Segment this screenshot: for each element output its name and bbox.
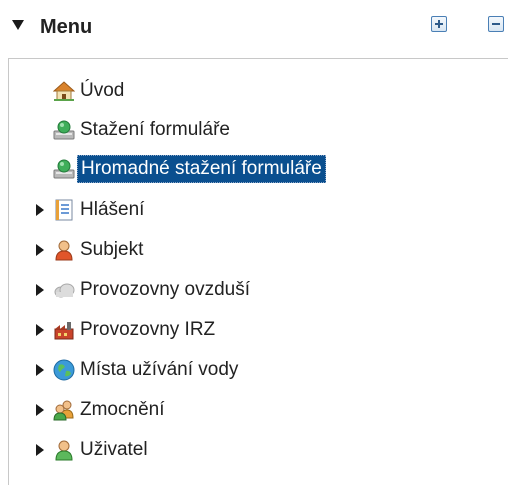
tree-item-subjekt[interactable]: Subjekt (36, 235, 146, 265)
tree-item-label: Hlášení (80, 199, 145, 220)
collapse-menu-toggle-icon[interactable] (12, 20, 24, 30)
tree-item-hlaseni[interactable]: Hlášení (36, 195, 147, 225)
tree-item-label: Stažení formuláře (80, 119, 230, 140)
download-form-icon (53, 158, 75, 180)
download-form-icon (53, 119, 75, 141)
expand-arrow-icon[interactable] (36, 324, 44, 336)
tree-item-provozovny-ovzdusi[interactable]: Provozovny ovzduší (36, 275, 253, 305)
tree-item-mista-uzivani-vody[interactable]: Místa užívání vody (36, 355, 241, 385)
menu-title: Menu (40, 16, 93, 38)
tree-item-uzivatel[interactable]: Uživatel (36, 435, 151, 465)
tree-item-provozovny-irz[interactable]: Provozovny IRZ (36, 315, 218, 345)
tree-item-label: Uživatel (80, 439, 148, 460)
factory-icon (53, 319, 75, 341)
tree-item-stazeni-formulare[interactable]: Stažení formuláře (53, 115, 233, 145)
tree-item-label: Provozovny IRZ (80, 319, 216, 340)
tree-item-uvod[interactable]: Úvod (53, 76, 127, 106)
tree-item-zmocneni[interactable]: Zmocnění (36, 395, 167, 425)
tree-item-hromadne-stazeni-formulare[interactable]: Hromadné stažení formuláře (53, 154, 326, 184)
tree-item-label: Zmocnění (80, 399, 165, 420)
menu-tree: Úvod Stažení formuláře Hromadné stažení … (8, 58, 508, 485)
tree-item-label: Úvod (80, 80, 125, 101)
person-icon (53, 239, 75, 261)
menu-panel: Menu Úvod Stažení formuláře Hromadné sta… (0, 0, 508, 485)
menu-header: Menu (0, 0, 508, 58)
expand-arrow-icon[interactable] (36, 364, 44, 376)
tree-item-label: Místa užívání vody (80, 359, 239, 380)
tree-item-label: Provozovny ovzduší (80, 279, 251, 300)
tree-item-label: Hromadné stažení formuláře (77, 155, 326, 183)
user-icon (53, 439, 75, 461)
plus-square-icon[interactable] (431, 16, 447, 32)
globe-icon (53, 359, 75, 381)
expand-arrow-icon[interactable] (36, 204, 44, 216)
people-icon (53, 399, 75, 421)
expand-arrow-icon[interactable] (36, 404, 44, 416)
expand-arrow-icon[interactable] (36, 444, 44, 456)
home-icon (53, 80, 75, 102)
tree-item-label: Subjekt (80, 239, 144, 260)
expand-arrow-icon[interactable] (36, 244, 44, 256)
minus-square-icon[interactable] (488, 16, 504, 32)
report-icon (53, 199, 75, 221)
expand-arrow-icon[interactable] (36, 284, 44, 296)
cloud-icon (53, 279, 75, 301)
